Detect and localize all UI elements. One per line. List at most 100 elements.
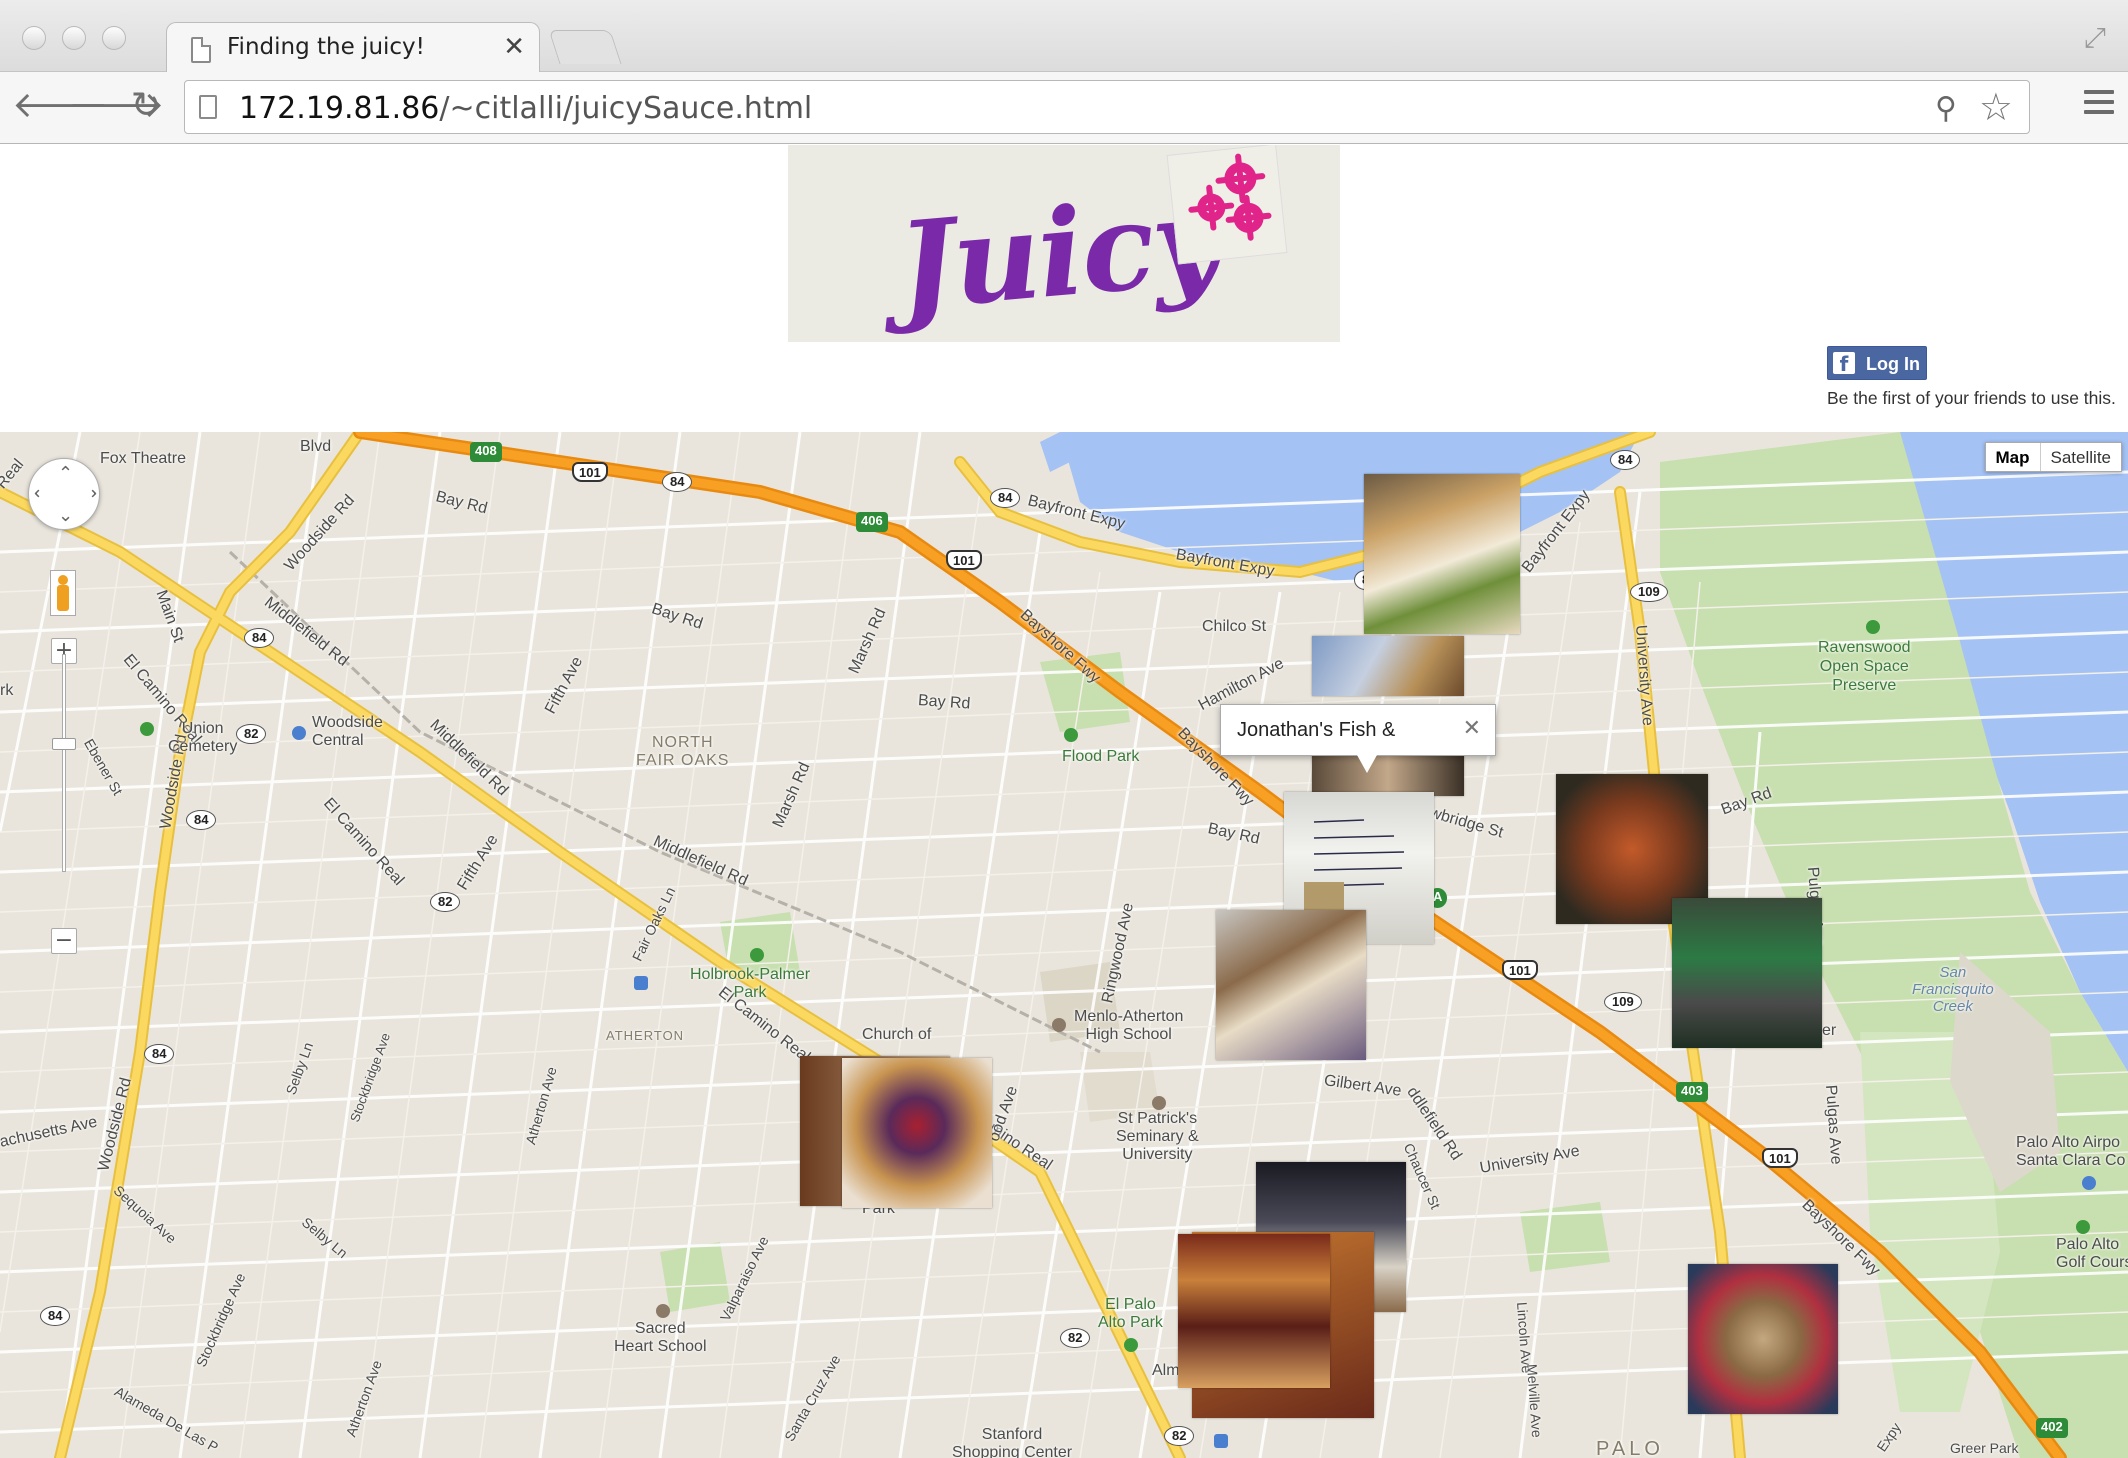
highway-shield: 403 bbox=[1676, 1082, 1708, 1102]
holbrook-palmer-label: Holbrook-Palmer Park bbox=[690, 966, 811, 1001]
map-label: Alm bbox=[1152, 1362, 1180, 1379]
school-marker-icon bbox=[656, 1304, 670, 1318]
highway-shield: 406 bbox=[856, 512, 888, 532]
zoom-window-button[interactable] bbox=[102, 26, 126, 50]
restaurant-photo-marker[interactable] bbox=[842, 1058, 992, 1208]
restaurant-photo-marker[interactable] bbox=[1364, 474, 1520, 634]
highway-shield: 101 bbox=[572, 462, 608, 482]
pan-down-icon[interactable]: ⌃ bbox=[58, 503, 73, 524]
info-window: Jonathan's Fish & ✕ bbox=[1220, 704, 1496, 773]
sacred-heart-label: Sacred Heart School bbox=[614, 1320, 707, 1355]
park-marker-icon bbox=[1124, 1338, 1138, 1352]
juicy-logo: Juicy bbox=[788, 145, 1340, 342]
map-type-control: Map Satellite bbox=[1984, 442, 2122, 472]
info-window-close-icon[interactable]: ✕ bbox=[1463, 715, 1481, 741]
search-icon[interactable]: ⚲ bbox=[1935, 91, 1957, 126]
map-type-map-button[interactable]: Map bbox=[1986, 443, 2041, 471]
st-patricks-label: St Patrick's Seminary & University bbox=[1116, 1110, 1199, 1163]
window-titlebar: Finding the juicy! ✕ ⤢ bbox=[0, 0, 2128, 74]
map-label: Fox Theatre bbox=[100, 450, 186, 467]
forward-icon[interactable]: 🡒 bbox=[68, 84, 165, 128]
page-icon bbox=[199, 95, 217, 119]
map-label: Church of bbox=[862, 1026, 932, 1043]
zoom-slider-thumb[interactable] bbox=[52, 738, 76, 750]
highway-shield: 101 bbox=[946, 550, 982, 570]
union-cemetery-label: Union Cemetery bbox=[168, 720, 238, 755]
restaurant-photo-marker[interactable] bbox=[1216, 910, 1366, 1060]
palo-alto-airport-label: Palo Alto Airpo Santa Clara Co bbox=[2016, 1134, 2126, 1169]
browser-toolbar: 🡐 🡒 ↻ 172.19.81.86/~citlalli/juicySauce.… bbox=[0, 72, 2128, 144]
atherton-district-label: ATHERTON bbox=[606, 1028, 685, 1043]
facebook-icon: f bbox=[1833, 352, 1855, 376]
address-bar[interactable]: 172.19.81.86/~citlalli/juicySauce.html ⚲… bbox=[184, 80, 2030, 134]
park-marker-icon bbox=[2076, 1220, 2090, 1234]
palo-alto-golf-label: Palo Alto Golf Cours bbox=[2056, 1236, 2128, 1271]
map-label: er bbox=[1822, 1022, 1837, 1039]
tab-close-icon[interactable]: ✕ bbox=[503, 31, 525, 61]
map-canvas[interactable]: Fox Theatre Blvd rk Bay Rd Bay Rd Bay Rd… bbox=[0, 432, 2128, 1458]
pan-control[interactable]: ⌃ ⌃ ⌃ ⌃ bbox=[28, 458, 100, 530]
restaurant-photo-marker[interactable] bbox=[1312, 636, 1464, 696]
park-marker-icon bbox=[750, 948, 764, 962]
restaurant-photo-marker[interactable] bbox=[1312, 752, 1464, 796]
url-path: /~citlalli/juicySauce.html bbox=[439, 91, 813, 126]
map-label: rk bbox=[0, 682, 14, 699]
menlo-atherton-label: Menlo-Atherton High School bbox=[1074, 1008, 1184, 1043]
menu-icon[interactable] bbox=[2084, 90, 2114, 120]
map-label: Greer Park bbox=[1950, 1440, 2019, 1456]
highway-shield: 402 bbox=[2036, 1418, 2068, 1438]
bookmark-star-icon[interactable]: ☆ bbox=[1979, 85, 2013, 130]
browser-tab[interactable]: Finding the juicy! ✕ bbox=[166, 22, 540, 74]
palo-alto-district-label: PALO bbox=[1596, 1438, 1664, 1458]
tab-title: Finding the juicy! bbox=[227, 34, 425, 60]
transit-marker-icon bbox=[634, 976, 648, 990]
restaurant-photo-marker[interactable] bbox=[1672, 898, 1822, 1048]
park-marker-icon bbox=[1866, 620, 1880, 634]
facebook-social-text: Be the first of your friends to use this… bbox=[1827, 388, 2116, 408]
highway-shield: 109 bbox=[1604, 992, 1642, 1012]
page-icon bbox=[191, 37, 211, 63]
map-type-satellite-button[interactable]: Satellite bbox=[2041, 443, 2121, 471]
transit-marker-icon bbox=[1214, 1434, 1228, 1448]
facebook-login-button[interactable]: f Log In bbox=[1827, 346, 1927, 380]
facebook-login-label: Log In bbox=[1866, 354, 1920, 374]
highway-shield: 109 bbox=[1630, 582, 1668, 602]
school-marker-icon bbox=[1152, 1096, 1166, 1110]
flood-park-label: Flood Park bbox=[1062, 748, 1140, 765]
zoom-slider-track[interactable] bbox=[62, 654, 66, 872]
highway-shield: 101 bbox=[1762, 1148, 1798, 1168]
reload-icon[interactable]: ↻ bbox=[124, 84, 168, 128]
pan-left-icon[interactable]: ⌃ bbox=[32, 486, 53, 501]
restaurant-photo-marker[interactable] bbox=[1178, 1234, 1330, 1388]
url-host: 172.19.81.86 bbox=[239, 91, 440, 126]
el-palo-alto-park-label: El Palo Alto Park bbox=[1098, 1296, 1163, 1331]
school-marker-icon bbox=[1052, 1018, 1066, 1032]
close-window-button[interactable] bbox=[22, 26, 46, 50]
info-window-title: Jonathan's Fish & bbox=[1237, 719, 1396, 741]
gears-icon bbox=[1166, 145, 1288, 265]
street-view-pegman-icon[interactable] bbox=[50, 570, 76, 616]
new-tab-button[interactable] bbox=[548, 30, 622, 64]
map-label: Chilco St bbox=[1202, 618, 1267, 635]
back-icon[interactable]: 🡐 bbox=[12, 84, 109, 128]
ravenswood-label: Ravenswood Open Space Preserve bbox=[1818, 639, 1911, 694]
park-marker-icon bbox=[1064, 728, 1078, 742]
fullscreen-icon[interactable]: ⤢ bbox=[2084, 22, 2106, 55]
pan-right-icon[interactable]: ⌃ bbox=[78, 486, 99, 501]
restaurant-photo-marker[interactable] bbox=[1688, 1264, 1838, 1414]
zoom-out-button[interactable]: − bbox=[51, 928, 77, 954]
san-francisquito-label: San Francisquito Creek bbox=[1912, 964, 1994, 1015]
highway-shield: 101 bbox=[1502, 960, 1538, 980]
highway-shield: 408 bbox=[470, 442, 502, 462]
stanford-shopping-label: Stanford Shopping Center bbox=[952, 1426, 1073, 1458]
cemetery-marker-icon bbox=[140, 722, 154, 736]
north-fair-oaks-label: NORTH FAIR OAKS bbox=[636, 734, 730, 769]
map-label: Bay Rd bbox=[917, 692, 971, 713]
transit-marker-icon bbox=[292, 726, 306, 740]
map-label: Blvd bbox=[300, 438, 332, 455]
woodside-central-label: Woodside Central bbox=[312, 714, 383, 749]
url-text[interactable]: 172.19.81.86/~citlalli/juicySauce.html bbox=[239, 91, 812, 126]
minimize-window-button[interactable] bbox=[62, 26, 86, 50]
airport-marker-icon bbox=[2082, 1176, 2096, 1190]
pan-up-icon[interactable]: ⌃ bbox=[58, 463, 73, 484]
